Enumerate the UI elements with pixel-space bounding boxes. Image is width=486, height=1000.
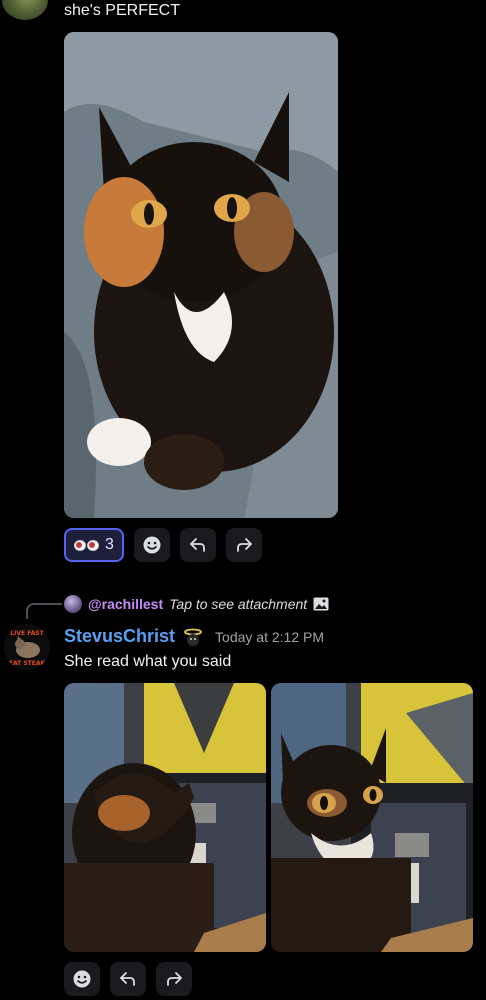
reply-preview-text[interactable]: Tap to see attachment <box>169 596 307 612</box>
forward-arrow-icon <box>237 538 252 552</box>
username[interactable]: StevusChrist <box>64 626 175 647</box>
reaction-bar: 3 <box>64 528 262 562</box>
timestamp: Today at 2:12 PM <box>215 628 324 645</box>
reply-arrow-icon <box>120 972 135 986</box>
reaction-count: 3 <box>105 536 114 553</box>
avatar-text-bottom: EAT STEAK <box>8 660 46 667</box>
avatar[interactable]: LIVE FAST EAT STEAK <box>4 624 50 670</box>
reply-connector <box>26 603 62 619</box>
message-text: she's PERFECT <box>64 2 180 19</box>
message-header: StevusChrist Today at 2:12 PM <box>64 626 324 647</box>
forward-button[interactable] <box>225 528 262 562</box>
image-icon <box>313 597 329 611</box>
image-attachment[interactable] <box>64 32 338 518</box>
message-text: She read what you said <box>64 653 232 670</box>
reply-username[interactable]: @rachillest <box>88 596 163 612</box>
add-reaction-button[interactable] <box>133 528 170 562</box>
reply-avatar <box>64 595 82 613</box>
reply-reference[interactable]: @rachillest Tap to see attachment <box>64 593 329 615</box>
avatar[interactable] <box>2 0 48 20</box>
smiley-icon <box>143 536 161 554</box>
image-attachment-2[interactable] <box>271 683 473 952</box>
reply-button[interactable] <box>179 528 216 562</box>
image-attachment-1[interactable] <box>64 683 266 952</box>
add-reaction-button[interactable] <box>64 962 100 996</box>
halo-badge-icon <box>184 628 202 646</box>
reply-button[interactable] <box>110 962 146 996</box>
reaction-eyes[interactable]: 3 <box>64 528 124 562</box>
forward-button[interactable] <box>156 962 192 996</box>
forward-arrow-icon <box>167 972 182 986</box>
message-actions <box>64 962 192 996</box>
smiley-icon <box>73 970 91 988</box>
eyes-icon <box>74 539 99 551</box>
reply-arrow-icon <box>190 538 205 552</box>
